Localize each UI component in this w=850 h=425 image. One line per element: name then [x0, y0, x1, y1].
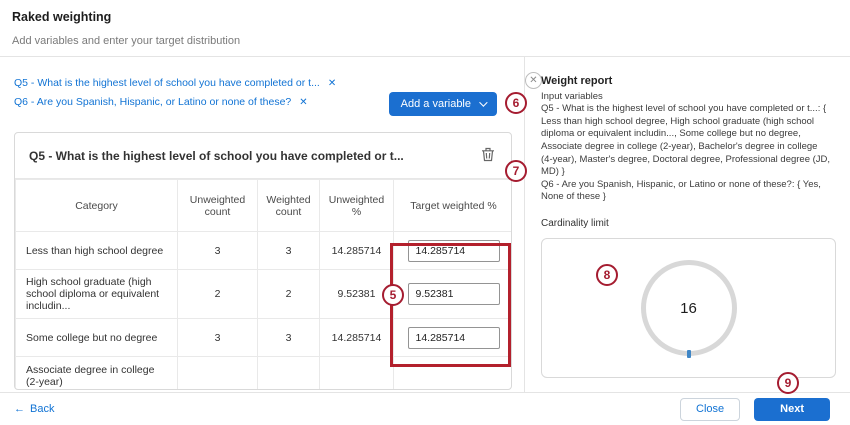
back-arrow-icon: ← [14, 403, 25, 415]
unweighted-count-cell: 3 [178, 319, 258, 357]
back-label: Back [30, 403, 54, 415]
unweighted-pct-cell: 14.285714 [320, 319, 394, 357]
target-weighted-cell [394, 319, 513, 357]
weighted-count-cell: 2 [258, 270, 320, 319]
cardinality-card: 16 [541, 238, 836, 378]
gauge-tick [687, 350, 691, 358]
variable-chip-label[interactable]: Q6 - Are you Spanish, Hispanic, or Latin… [14, 96, 291, 108]
remove-variable-icon[interactable]: ✕ [299, 97, 307, 108]
chevron-down-icon [479, 98, 487, 106]
variable-chip-label[interactable]: Q5 - What is the highest level of school… [14, 77, 320, 89]
column-header: Category [16, 180, 178, 232]
add-variable-button[interactable]: Add a variable [389, 92, 497, 116]
unweighted-count-cell: 3 [178, 232, 258, 270]
unweighted-count-cell: 2 [178, 270, 258, 319]
q6-description: Q6 - Are you Spanish, Hispanic, or Latin… [541, 179, 831, 204]
footer-buttons: Close Next [680, 398, 830, 421]
column-header: Weighted count [258, 180, 320, 232]
table-header-row: CategoryUnweighted countWeighted countUn… [16, 180, 513, 232]
trash-icon [481, 147, 495, 162]
table-row: Associate degree in college (2-year) [16, 357, 513, 391]
target-weighted-cell [394, 357, 513, 391]
category-cell: High school graduate (high school diplom… [16, 270, 178, 319]
cardinality-gauge: 16 [641, 260, 737, 356]
cardinality-value: 16 [680, 300, 697, 317]
unweighted-count-cell [178, 357, 258, 391]
close-button[interactable]: Close [680, 398, 740, 421]
footer-bar: ← Back Close Next [0, 392, 850, 425]
next-button[interactable]: Next [754, 398, 830, 421]
category-cell: Some college but no degree [16, 319, 178, 357]
table-row: High school graduate (high school diplom… [16, 270, 513, 319]
page-title: Raked weighting [12, 10, 834, 24]
target-weighted-input[interactable] [408, 240, 500, 262]
table-body: Less than high school degree3314.285714H… [16, 232, 513, 391]
target-weighted-input[interactable] [408, 327, 500, 349]
column-header: Target weighted % [394, 180, 513, 232]
column-header: Unweighted count [178, 180, 258, 232]
cardinality-limit-label: Cardinality limit [541, 218, 836, 229]
weight-report-title: Weight report [541, 75, 836, 87]
category-cell: Associate degree in college (2-year) [16, 357, 178, 391]
unweighted-pct-cell: 9.52381 [320, 270, 394, 319]
weight-report-panel: Weight report Input variables Q5 - What … [524, 57, 850, 392]
category-cell: Less than high school degree [16, 232, 178, 270]
table-card-header: Q5 - What is the highest level of school… [15, 133, 511, 179]
weighted-count-cell: 3 [258, 232, 320, 270]
page-subtitle: Add variables and enter your target dist… [12, 35, 834, 47]
unweighted-pct-cell [320, 357, 394, 391]
table-row: Less than high school degree3314.285714 [16, 232, 513, 270]
back-link[interactable]: ← Back [14, 403, 54, 415]
column-header: Unweighted % [320, 180, 394, 232]
remove-variable-icon[interactable]: ✕ [328, 78, 336, 89]
close-icon[interactable]: ✕ [525, 72, 542, 89]
page-header: Raked weighting Add variables and enter … [0, 0, 850, 57]
weighting-panel: Q5 - What is the highest level of school… [0, 57, 524, 392]
table-card-title: Q5 - What is the highest level of school… [29, 149, 404, 163]
variable-table-card: Q5 - What is the highest level of school… [14, 132, 512, 390]
weighted-count-cell [258, 357, 320, 391]
weighted-count-cell: 3 [258, 319, 320, 357]
main-area: Q5 - What is the highest level of school… [0, 57, 850, 392]
distribution-table: CategoryUnweighted countWeighted countUn… [15, 179, 512, 390]
target-weighted-input[interactable] [408, 283, 500, 305]
variable-chip: Q5 - What is the highest level of school… [14, 77, 508, 89]
delete-variable-button[interactable] [479, 145, 497, 167]
target-weighted-cell [394, 232, 513, 270]
unweighted-pct-cell: 14.285714 [320, 232, 394, 270]
table-row: Some college but no degree3314.285714 [16, 319, 513, 357]
target-weighted-cell [394, 270, 513, 319]
q5-description: Q5 - What is the highest level of school… [541, 103, 831, 179]
input-variables-label: Input variables [541, 91, 836, 102]
add-variable-label: Add a variable [401, 98, 471, 110]
